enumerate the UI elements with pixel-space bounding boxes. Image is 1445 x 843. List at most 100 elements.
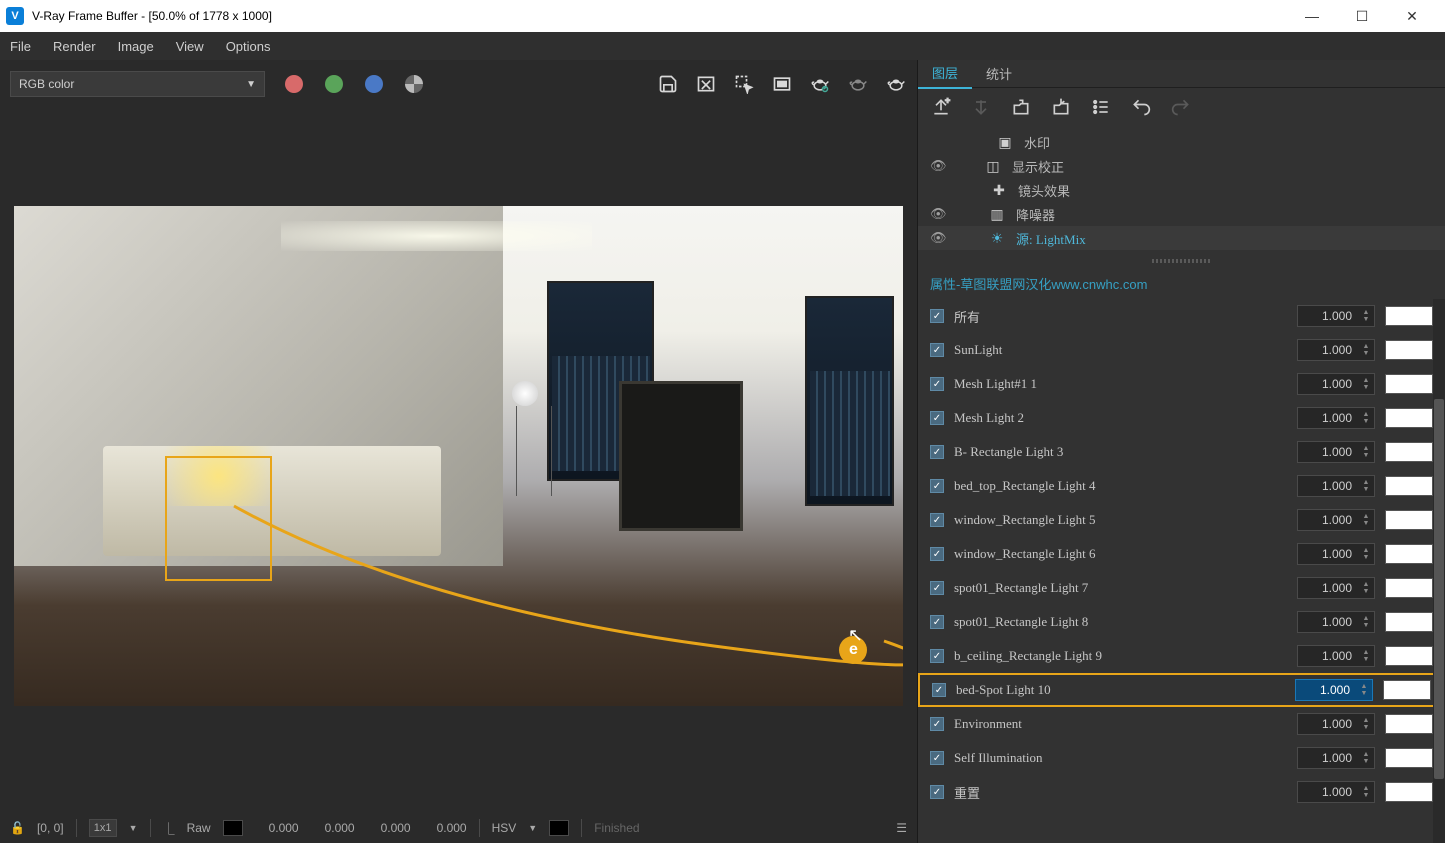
light-row[interactable]: ✓window_Rectangle Light 51.000▲▼ [918,503,1445,537]
load-preset-icon[interactable] [1010,96,1032,118]
light-row[interactable]: ✓Environment1.000▲▼ [918,707,1445,741]
light-row[interactable]: ✓重置1.000▲▼ [918,775,1445,809]
spinner-arrows-icon[interactable]: ▲▼ [1358,309,1374,323]
light-row[interactable]: ✓b_ceiling_Rectangle Light 91.000▲▼ [918,639,1445,673]
curve-icon[interactable]: ⎿ [163,820,175,837]
redo-icon[interactable] [1170,96,1192,118]
layer-watermark[interactable]: ▣ 水印 [918,130,1445,154]
light-color-swatch[interactable] [1385,782,1433,802]
minimize-button[interactable]: — [1297,8,1327,25]
menu-render[interactable]: Render [53,39,96,54]
light-checkbox[interactable]: ✓ [930,377,944,391]
blue-channel-button[interactable] [365,75,383,93]
maximize-button[interactable]: ☐ [1347,8,1377,25]
light-row[interactable]: ✓B- Rectangle Light 31.000▲▼ [918,435,1445,469]
eye-icon[interactable]: 👁 [930,206,946,222]
light-intensity-spinner[interactable]: 1.000▲▼ [1297,577,1375,599]
light-intensity-spinner[interactable]: 1.000▲▼ [1297,475,1375,497]
light-row[interactable]: ✓bed_top_Rectangle Light 41.000▲▼ [918,469,1445,503]
light-checkbox[interactable]: ✓ [930,445,944,459]
spinner-arrows-icon[interactable]: ▲▼ [1358,751,1374,765]
teapot-auto-icon[interactable] [809,73,831,95]
light-row[interactable]: ✓Self Illumination1.000▲▼ [918,741,1445,775]
colormode-select[interactable]: HSV [492,821,517,835]
splitter-grip[interactable] [918,254,1445,268]
spinner-arrows-icon[interactable]: ▲▼ [1358,411,1374,425]
light-color-swatch[interactable] [1385,544,1433,564]
layer-display-correct[interactable]: 👁 ◫ 显示校正 [918,154,1445,178]
save-preset-icon[interactable] [1050,96,1072,118]
teapot-stop-icon[interactable] [847,73,869,95]
light-color-swatch[interactable] [1385,306,1433,326]
light-checkbox[interactable]: ✓ [930,717,944,731]
region-select-icon[interactable] [733,73,755,95]
teapot-icon[interactable] [885,73,907,95]
eye-icon[interactable]: 👁 [930,158,946,174]
menu-file[interactable]: File [10,39,31,54]
tab-layers[interactable]: 图层 [918,58,972,89]
light-checkbox[interactable]: ✓ [930,343,944,357]
light-row[interactable]: ✓Mesh Light#1 11.000▲▼ [918,367,1445,401]
layer-source-lightmix[interactable]: 👁 ☀ 源: LightMix [918,226,1445,250]
light-row[interactable]: ✓spot01_Rectangle Light 71.000▲▼ [918,571,1445,605]
light-intensity-spinner[interactable]: 1.000▲▼ [1297,407,1375,429]
light-intensity-spinner[interactable]: 1.000▲▼ [1297,781,1375,803]
close-button[interactable]: ✕ [1397,8,1427,25]
spinner-arrows-icon[interactable]: ▲▼ [1358,615,1374,629]
light-row[interactable]: ✓所有1.000▲▼ [918,299,1445,333]
light-color-swatch[interactable] [1385,442,1433,462]
light-intensity-spinner[interactable]: 1.000▲▼ [1297,747,1375,769]
light-intensity-spinner[interactable]: 1.000▲▼ [1295,679,1373,701]
light-row[interactable]: ✓spot01_Rectangle Light 81.000▲▼ [918,605,1445,639]
spinner-arrows-icon[interactable]: ▲▼ [1356,683,1372,697]
light-checkbox[interactable]: ✓ [930,751,944,765]
light-checkbox[interactable]: ✓ [930,581,944,595]
menu-options[interactable]: Options [226,39,271,54]
red-channel-button[interactable] [285,75,303,93]
spinner-arrows-icon[interactable]: ▲▼ [1358,513,1374,527]
light-checkbox[interactable]: ✓ [930,479,944,493]
light-checkbox[interactable]: ✓ [930,513,944,527]
compare-icon[interactable] [771,73,793,95]
light-color-swatch[interactable] [1385,476,1433,496]
light-checkbox[interactable]: ✓ [930,615,944,629]
green-channel-button[interactable] [325,75,343,93]
panel-toggle-icon[interactable]: ☰ [896,821,907,835]
menu-image[interactable]: Image [118,39,154,54]
light-checkbox[interactable]: ✓ [930,411,944,425]
spinner-arrows-icon[interactable]: ▲▼ [1358,649,1374,663]
light-color-swatch[interactable] [1383,680,1431,700]
scrollbar-thumb[interactable] [1434,399,1444,779]
mono-channel-button[interactable] [405,75,423,93]
eye-icon[interactable]: 👁 [930,230,946,246]
light-intensity-spinner[interactable]: 1.000▲▼ [1297,645,1375,667]
render-viewport[interactable]: e ↖ [10,108,907,803]
light-color-swatch[interactable] [1385,714,1433,734]
light-color-swatch[interactable] [1385,748,1433,768]
light-intensity-spinner[interactable]: 1.000▲▼ [1297,543,1375,565]
scrollbar-track[interactable] [1433,299,1445,843]
spinner-arrows-icon[interactable]: ▲▼ [1358,343,1374,357]
light-color-swatch[interactable] [1385,578,1433,598]
list-icon[interactable] [1090,96,1112,118]
channel-select[interactable]: RGB color ▼ [10,71,265,97]
light-checkbox[interactable]: ✓ [930,309,944,323]
light-checkbox[interactable]: ✓ [930,649,944,663]
spinner-arrows-icon[interactable]: ▲▼ [1358,377,1374,391]
spinner-arrows-icon[interactable]: ▲▼ [1358,717,1374,731]
light-intensity-spinner[interactable]: 1.000▲▼ [1297,713,1375,735]
light-intensity-spinner[interactable]: 1.000▲▼ [1297,509,1375,531]
light-intensity-spinner[interactable]: 1.000▲▼ [1297,611,1375,633]
light-color-swatch[interactable] [1385,408,1433,428]
menu-view[interactable]: View [176,39,204,54]
light-row[interactable]: ✓bed-Spot Light 101.000▲▼ [918,673,1445,707]
pixel-mode[interactable]: 1x1 [89,819,117,837]
remove-layer-icon[interactable] [970,96,992,118]
light-checkbox[interactable]: ✓ [930,547,944,561]
save-icon[interactable] [657,73,679,95]
light-intensity-spinner[interactable]: 1.000▲▼ [1297,305,1375,327]
clear-icon[interactable] [695,73,717,95]
light-row[interactable]: ✓window_Rectangle Light 61.000▲▼ [918,537,1445,571]
spinner-arrows-icon[interactable]: ▲▼ [1358,445,1374,459]
props-url-link[interactable]: www.cnwhc.com [1051,277,1147,292]
